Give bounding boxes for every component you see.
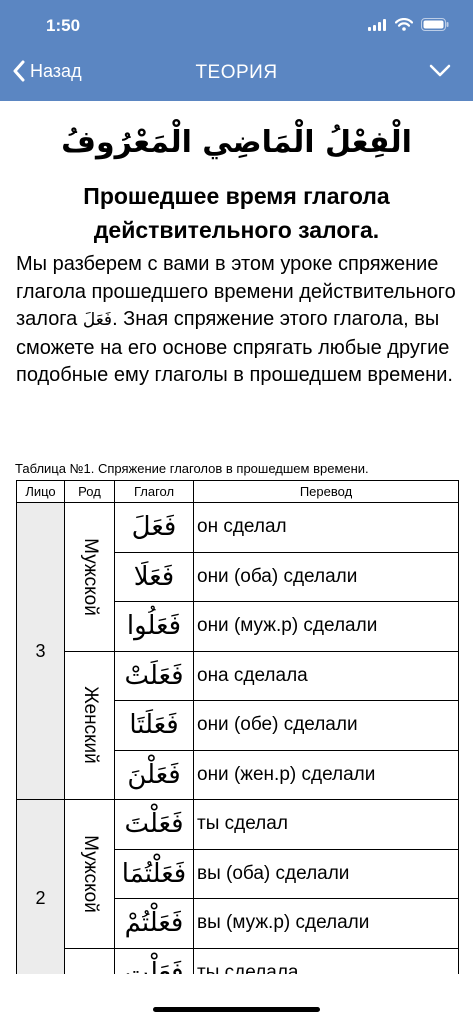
translation-cell: они (муж.р) сделали	[193, 601, 459, 652]
table-row: فَعَلْتِ ты сделала	[17, 947, 459, 974]
page-title: ТЕОРИЯ	[195, 62, 278, 83]
verb-cell: فَعَلَتْ	[114, 650, 194, 701]
verb-cell: فَعَلَتَا	[114, 700, 194, 751]
translation-cell: вы (муж.р) сделали	[193, 898, 459, 949]
verb-cell: فَعَلْتُمَا	[114, 848, 194, 899]
translation-cell: они (жен.р) сделали	[193, 749, 459, 800]
gender-label: Мужской	[79, 834, 101, 913]
lesson-heading-line-1: Прошедшее время глагола	[83, 183, 390, 209]
home-indicator[interactable]	[153, 1007, 320, 1012]
gender-label: Женский	[79, 686, 101, 764]
header-gender: Род	[64, 480, 115, 503]
battery-icon	[421, 18, 449, 31]
navigation-bar: Назад ТЕОРИЯ	[0, 56, 473, 94]
bottom-safe-area	[0, 974, 473, 1024]
table-header-row: Лицо Род Глагол Перевод	[16, 480, 459, 503]
lesson-content[interactable]: الْفِعْلُ الْمَاضِي الْمَعْرُوفُ Прошедш…	[0, 101, 473, 974]
menu-dropdown-button[interactable]	[429, 64, 451, 83]
verb-cell: فَعَلْتِ	[114, 947, 194, 974]
arabic-heading: الْفِعْلُ الْمَاضِي الْمَعْرُوفُ	[61, 125, 412, 160]
wifi-icon	[395, 18, 413, 31]
gender-cell: Мужской	[64, 799, 115, 949]
table-row: 3 Мужской فَعَلَ он сделал	[16, 502, 459, 800]
verb-cell: فَعَلْتَ	[114, 799, 194, 850]
verb-cell: فَعَلَ	[114, 502, 194, 553]
lesson-heading-line-2: действительного залога.	[93, 217, 380, 243]
translation-cell: вы (оба) сделали	[193, 848, 459, 899]
status-time: 1:50	[46, 16, 81, 35]
verb-cell: فَعَلْتُمْ	[114, 898, 194, 949]
translation-cell: они (оба) сделали	[193, 551, 459, 602]
gender-cell: Женский	[64, 650, 115, 800]
status-bar: 1:50	[0, 14, 473, 40]
person-cell: 2	[16, 799, 65, 974]
person-cell: 3	[16, 502, 65, 800]
gender-cell	[64, 947, 115, 974]
gender-label: Мужской	[79, 537, 101, 616]
translation-cell: он сделал	[193, 502, 459, 553]
header-verb: Глагол	[114, 480, 194, 503]
translation-cell: ты сделал	[193, 799, 459, 850]
status-icons	[368, 18, 449, 31]
translation-cell: они (обе) сделали	[193, 700, 459, 751]
intro-arabic-verb: فَعَلَ	[82, 310, 113, 330]
verb-cell: فَعَلَا	[114, 551, 194, 602]
app-header: 1:50 Назад ТЕОРИЯ	[0, 0, 473, 101]
verb-cell: فَعَلْنَ	[114, 749, 194, 800]
table-caption: Таблица №1. Спряжение глаголов в прошедш…	[15, 461, 369, 476]
translation-cell: ты сделала	[193, 947, 459, 974]
signal-icon	[368, 18, 386, 31]
table-row: Женский فَعَلَتْ она сделала	[17, 650, 459, 800]
header-person: Лицо	[16, 480, 65, 503]
chevron-down-icon	[429, 64, 451, 77]
translation-cell: она сделала	[193, 650, 459, 701]
conjugation-table: Лицо Род Глагол Перевод 3 Мужской فَعَلَ…	[16, 480, 459, 974]
header-translation: Перевод	[193, 480, 459, 503]
gender-cell: Мужской	[64, 502, 115, 652]
intro-paragraph: Мы разберем с вами в этом уроке спряжени…	[16, 251, 461, 390]
verb-cell: فَعَلُوا	[114, 601, 194, 652]
lesson-heading: Прошедшее время глагола действительного …	[10, 179, 463, 247]
table-row: 2 Мужской فَعَلْتَ ты сделал	[16, 799, 459, 974]
